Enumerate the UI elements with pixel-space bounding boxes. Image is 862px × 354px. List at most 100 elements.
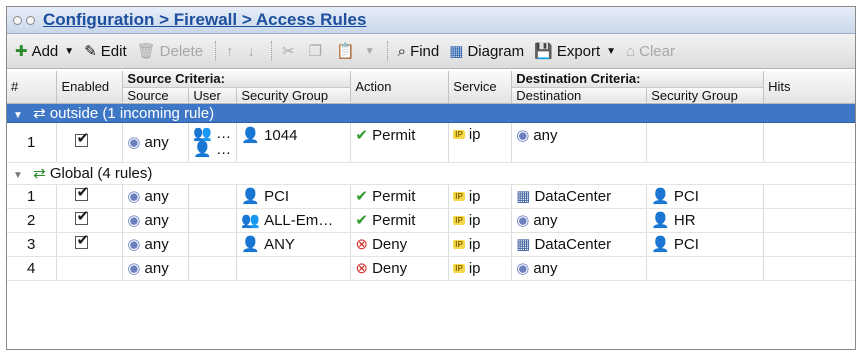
edit-button[interactable]: ✎ Edit: [84, 42, 126, 61]
clear-button[interactable]: ⌂ Clear: [626, 43, 675, 60]
action-value: Deny: [372, 236, 408, 253]
hits-value: [763, 122, 855, 163]
enabled-checkbox[interactable]: [75, 231, 89, 249]
group-row-outside[interactable]: ▼ ⇄ outside (1 incoming rule): [7, 103, 855, 123]
global-interface-icon: ⇄: [33, 165, 50, 182]
column-header-number[interactable]: #: [7, 71, 58, 104]
group-label: Global (4 rules): [49, 165, 153, 182]
enabled-checkbox[interactable]: [75, 129, 89, 147]
column-header-dest-security-group[interactable]: Security Group: [646, 87, 765, 104]
enabled-checkbox[interactable]: [75, 183, 89, 201]
datacenter-icon: ▦: [516, 236, 531, 253]
plus-icon: ✚: [15, 43, 28, 60]
window-control-dot[interactable]: [13, 15, 22, 25]
delete-button[interactable]: 🗑 Delete: [136, 42, 203, 61]
ip-service-icon: IP: [453, 192, 465, 202]
ip-service-icon: IP: [453, 240, 465, 250]
column-header-enabled[interactable]: Enabled: [56, 71, 124, 104]
table-row[interactable]: 1 ◉any 👥… 👤… 👤1044 ✔ Permit IPip ◉any: [7, 122, 855, 163]
interface-icon: ⇄: [33, 104, 50, 122]
table-row[interactable]: 2 ◉any 👥ALL-Em… ✔ Permit IPip ◉any 👤HR: [7, 207, 855, 233]
hits-value: [763, 184, 855, 209]
expand-triangle-icon[interactable]: ▼: [13, 170, 23, 181]
arrow-up-icon: ↑: [226, 42, 234, 60]
toolbar-separator: [215, 41, 217, 61]
expand-triangle-icon[interactable]: ▼: [13, 110, 23, 121]
network-object-icon: ◉: [127, 212, 141, 229]
window-controls: [13, 15, 35, 25]
table-row[interactable]: 1 ◉any 👤PCI ✔ Permit IPip ▦DataCenter 👤P…: [7, 183, 855, 209]
security-group-value: ALL-Em…: [264, 212, 334, 229]
user-group-icon: 👥: [193, 125, 213, 142]
hits-value: [763, 208, 855, 233]
enabled-cell-empty[interactable]: [56, 256, 124, 281]
service-value: ip: [468, 125, 481, 143]
user-value: …: [216, 125, 232, 142]
save-icon: 💾: [534, 43, 553, 60]
group-row-global[interactable]: ▼ ⇄ Global (4 rules): [7, 162, 855, 185]
scissors-icon: ✂: [282, 43, 295, 60]
column-header-source[interactable]: Source: [122, 87, 190, 104]
chevron-down-icon[interactable]: ▼: [64, 46, 74, 57]
paste-button[interactable]: 📋 ▼: [336, 42, 375, 60]
column-header-action[interactable]: Action: [350, 71, 450, 104]
window-control-dot[interactable]: [26, 15, 35, 25]
permit-icon: ✔: [355, 188, 373, 205]
chevron-down-icon[interactable]: ▼: [365, 46, 375, 57]
toolbar-separator: [271, 41, 273, 61]
column-header-security-group[interactable]: Security Group: [236, 87, 352, 104]
source-criteria-header: Source Criteria:: [122, 71, 352, 88]
breadcrumb-title[interactable]: Configuration > Firewall > Access Rules: [43, 10, 366, 30]
rule-number: 3: [7, 232, 58, 257]
find-button[interactable]: ⌕ Find: [398, 43, 440, 60]
table-row[interactable]: 4 ◉ any ⊗ Deny IP ip ◉ any: [7, 256, 855, 281]
source-value: any: [144, 188, 169, 205]
move-up-button[interactable]: ↑: [226, 43, 238, 60]
column-header-service[interactable]: Service: [448, 71, 513, 104]
action-value: Permit: [372, 212, 416, 229]
user-value: [188, 232, 238, 257]
security-group-value: ANY: [264, 236, 295, 253]
diagram-icon: ▦: [449, 43, 464, 60]
dest-security-group-value: [646, 122, 765, 163]
source-value: any: [144, 134, 169, 151]
toolbar: ✚ Add ▼ ✎ Edit 🗑 Delete ↑ ↓ ✂ ❐ 📋 ▼ ⌕ Fi…: [7, 34, 855, 69]
source-value: any: [144, 236, 169, 253]
hits-value: [763, 232, 855, 257]
destination-value: any: [533, 212, 558, 229]
column-header-user[interactable]: User: [188, 87, 238, 104]
diagram-button[interactable]: ▦ Diagram: [449, 42, 524, 61]
column-header-destination[interactable]: Destination: [511, 87, 648, 104]
trash-icon: 🗑: [136, 43, 156, 60]
service-value: ip: [468, 259, 481, 277]
source-value: any: [144, 212, 169, 229]
column-header-hits[interactable]: Hits: [763, 71, 855, 104]
paste-icon: 📋: [336, 43, 355, 60]
source-value: any: [144, 260, 169, 277]
dest-security-group-value: PCI: [673, 188, 699, 205]
export-button[interactable]: 💾 Export ▼: [534, 42, 616, 61]
security-group-icon: 👤: [241, 188, 261, 205]
enabled-checkbox[interactable]: [75, 207, 89, 225]
add-button[interactable]: ✚ Add ▼: [15, 42, 74, 61]
chevron-down-icon[interactable]: ▼: [606, 46, 616, 57]
datacenter-icon: ▦: [516, 188, 531, 205]
security-group-value: 1044: [264, 126, 298, 144]
network-object-icon: ◉: [127, 188, 141, 205]
network-object-icon: ◉: [127, 236, 141, 253]
action-value: Deny: [372, 260, 408, 277]
rule-number: 4: [7, 256, 58, 281]
deny-icon: ⊗: [355, 260, 373, 277]
security-group-icon: 👤: [651, 212, 670, 229]
rule-number: 1: [7, 184, 58, 209]
copy-button[interactable]: ❐: [309, 42, 326, 60]
table-row[interactable]: 3 ◉any 👤ANY ⊗ Deny IPip ▦DataCenter 👤PCI: [7, 231, 855, 257]
edit-icon: ✎: [84, 43, 97, 60]
cut-button[interactable]: ✂: [282, 42, 299, 60]
action-value: Permit: [372, 188, 416, 205]
security-group-value: PCI: [264, 188, 290, 205]
rule-number: 1: [7, 122, 58, 163]
group-label: outside (1 incoming rule): [49, 104, 215, 122]
network-object-icon: ◉: [516, 260, 530, 277]
move-down-button[interactable]: ↓: [248, 43, 260, 60]
